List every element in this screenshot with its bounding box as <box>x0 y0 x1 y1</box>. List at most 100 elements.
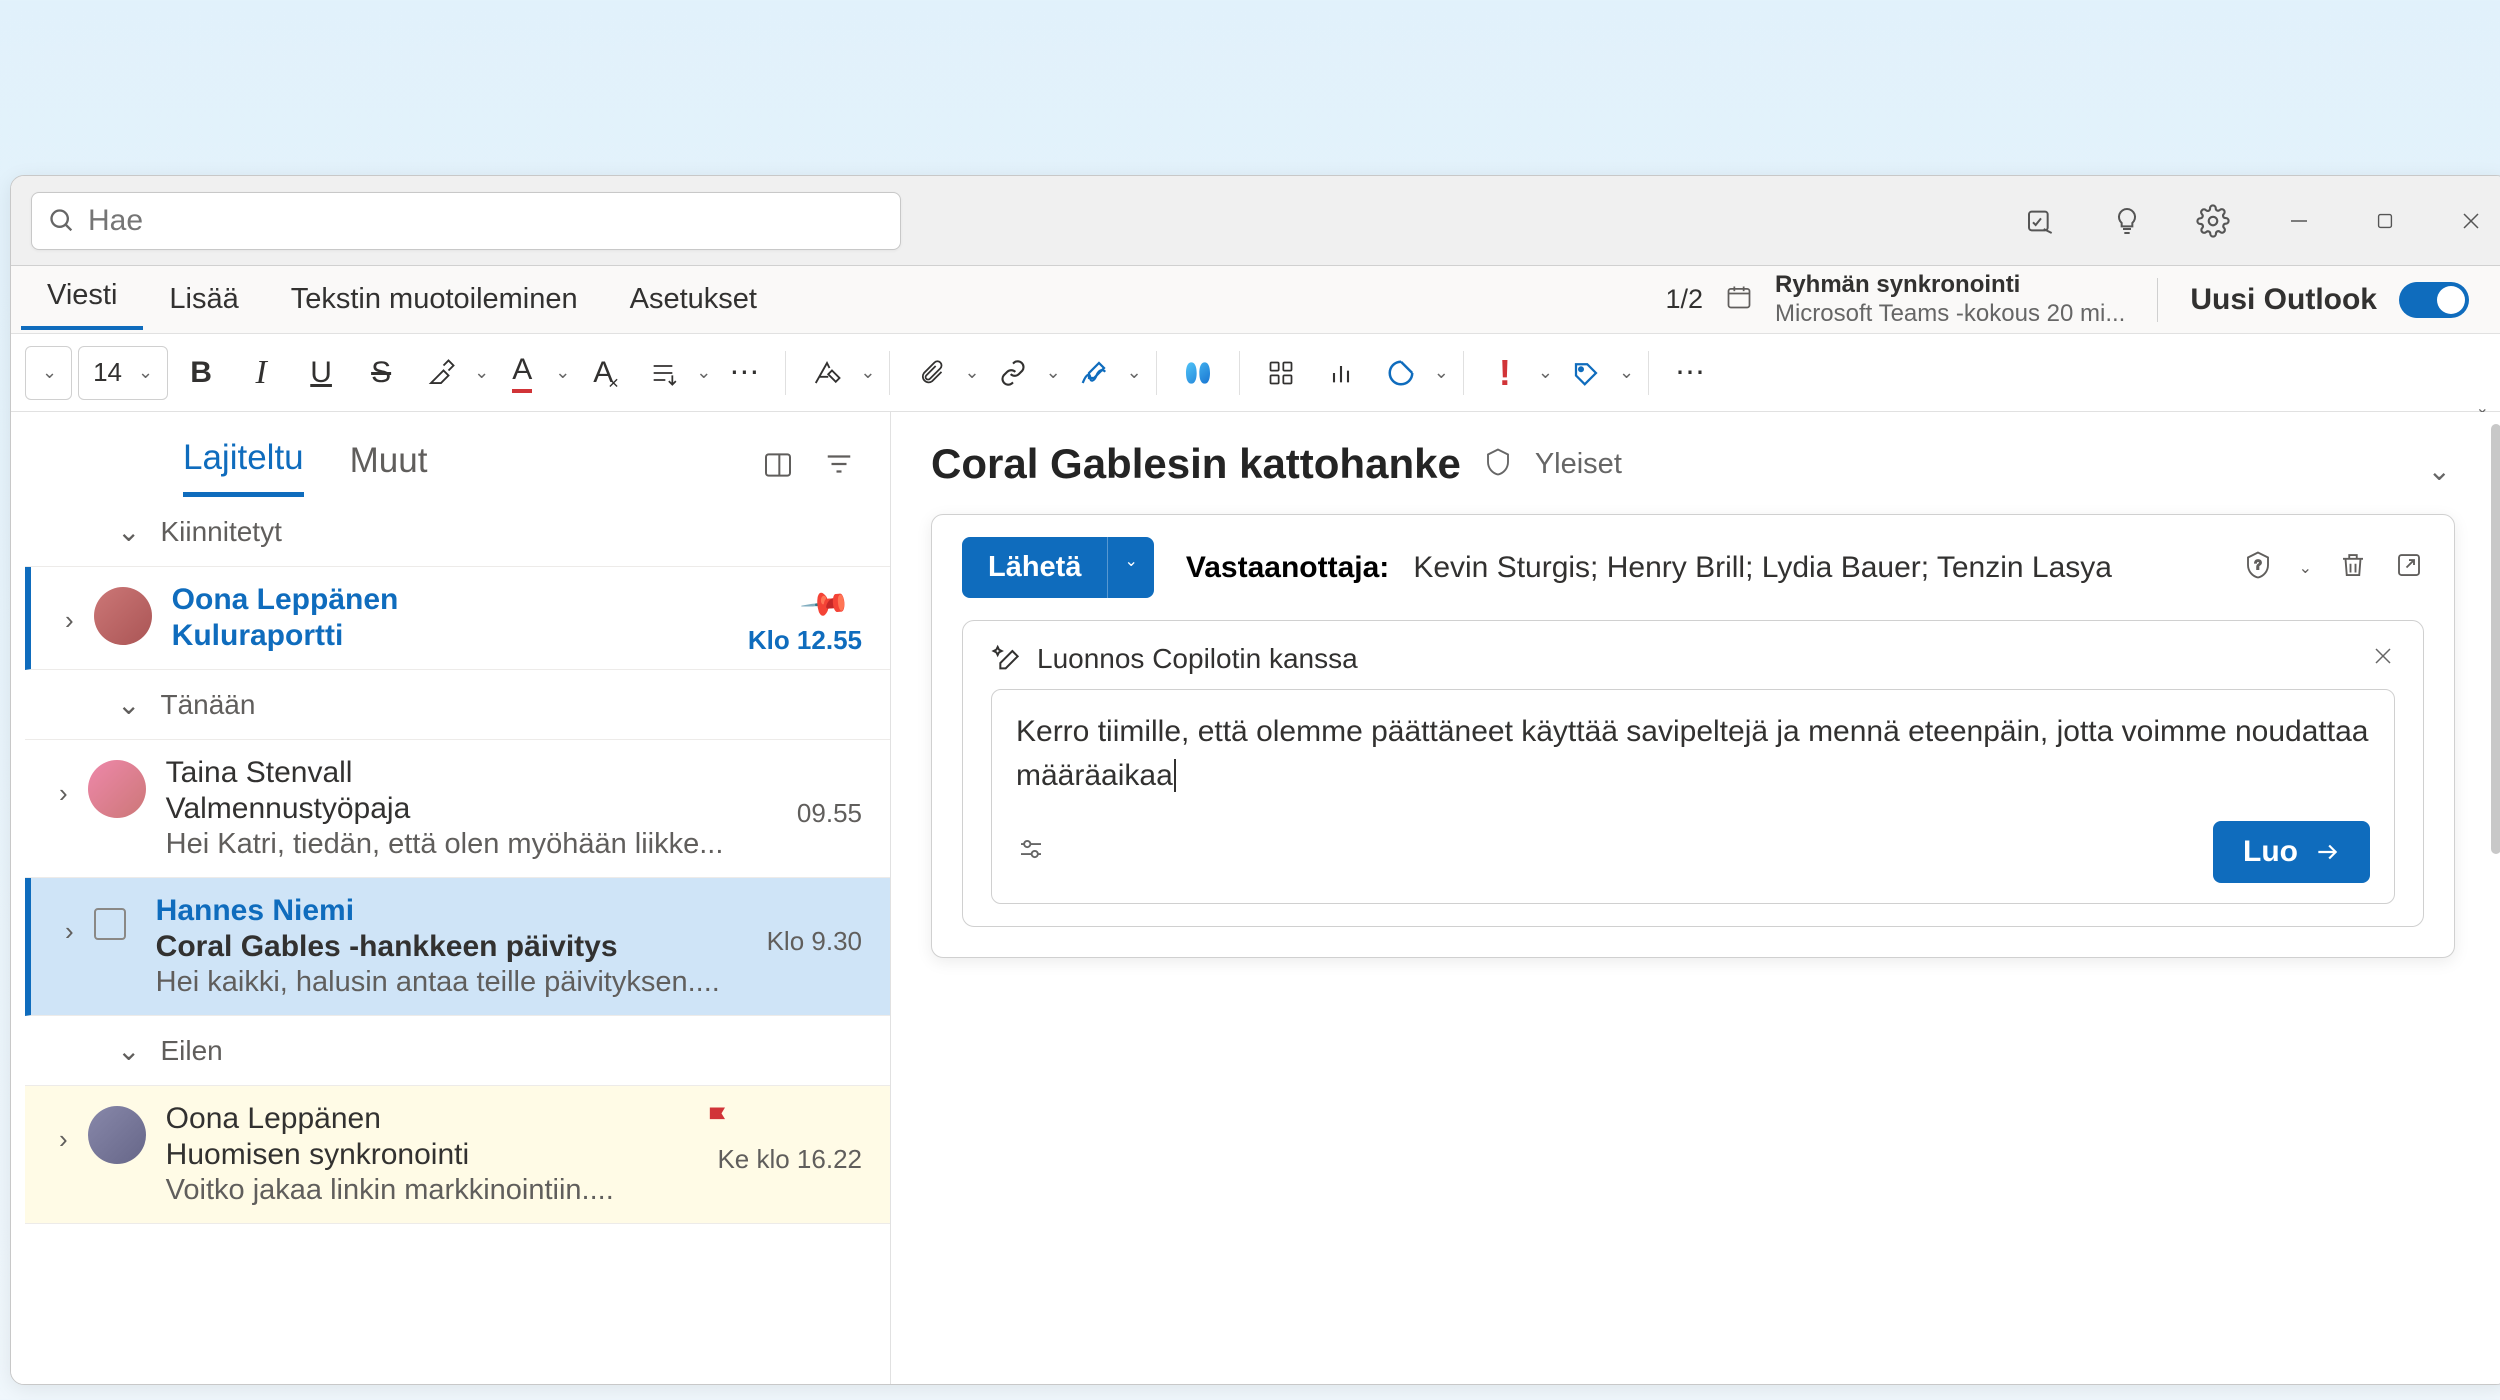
to-recipients[interactable]: Kevin Sturgis; Henry Brill; Lydia Bauer;… <box>1413 551 2112 585</box>
font-color-button[interactable]: A <box>495 346 549 400</box>
attach-button[interactable] <box>904 346 958 400</box>
minimize-button[interactable] <box>2281 203 2317 239</box>
settings-icon[interactable] <box>2195 203 2231 239</box>
paragraph-dropdown[interactable]: ⌄ <box>696 362 711 383</box>
create-button[interactable]: Luo <box>2213 821 2370 883</box>
chevron-down-icon: ⌄ <box>117 1034 140 1067</box>
expand-chevron-icon[interactable]: › <box>59 1102 68 1207</box>
list-header: Lajiteltu Muut <box>25 412 890 497</box>
tab-options[interactable]: Asetukset <box>604 273 783 326</box>
tab-other[interactable]: Muut <box>350 441 428 495</box>
paragraph-button[interactable] <box>636 346 690 400</box>
sync-block[interactable]: Ryhmän synkronointi Microsoft Teams -kok… <box>1775 271 2125 328</box>
close-icon[interactable] <box>2371 643 2395 675</box>
send-button-group: Lähetä ⌄ <box>962 537 1154 598</box>
signature-button[interactable] <box>1067 346 1121 400</box>
message-item-selected[interactable]: › Hannes Niemi Coral Gables -hankkeen pä… <box>25 878 890 1016</box>
menubar: Viesti Lisää Tekstin muotoileminen Asetu… <box>11 266 2500 334</box>
search-box[interactable] <box>31 192 901 250</box>
send-button[interactable]: Lähetä <box>962 537 1107 598</box>
tips-icon[interactable] <box>2109 203 2145 239</box>
copilot-title: Luonnos Copilotin kanssa <box>1037 643 1358 675</box>
tab-insert[interactable]: Lisää <box>143 273 264 326</box>
collapse-icon[interactable]: ⌄ <box>2428 454 2451 487</box>
more-format-button[interactable]: ⋯ <box>717 346 771 400</box>
message-item[interactable]: › Taina Stenvall Valmennustyöpaja Hei Ka… <box>25 740 890 878</box>
maximize-button[interactable] <box>2367 203 2403 239</box>
scrollbar[interactable] <box>2491 424 2500 854</box>
message-time: Klo 9.30 <box>767 926 862 957</box>
message-from: Taina Stenvall <box>166 756 866 790</box>
close-button[interactable] <box>2453 203 2489 239</box>
italic-button[interactable]: I <box>234 346 288 400</box>
link-button[interactable] <box>986 346 1040 400</box>
copilot-input[interactable]: Kerro tiimille, että olemme päättäneet k… <box>991 689 2395 904</box>
expand-chevron-icon[interactable]: › <box>65 583 74 653</box>
meet-now-icon[interactable] <box>2023 203 2059 239</box>
styles-button[interactable] <box>800 346 854 400</box>
poll-button[interactable] <box>1314 346 1368 400</box>
compose-card: Lähetä ⌄ Vastaanottaja: Kevin Sturgis; H… <box>931 514 2455 958</box>
copilot-button[interactable] <box>1171 346 1225 400</box>
titlebar <box>11 176 2500 266</box>
underline-button[interactable]: U <box>294 346 348 400</box>
link-dropdown[interactable]: ⌄ <box>1046 362 1061 383</box>
tag-dropdown[interactable]: ⌄ <box>1619 362 1634 383</box>
font-size-combo[interactable]: 14⌄ <box>78 346 168 400</box>
format-toolbar: ⌄ 14⌄ B I U S ⌄ A ⌄ A✕ ⌄ ⋯ ⌄ ⌄ ⌄ ⌄ ⌄ ! ⌄ ⌄… <box>11 334 2500 412</box>
popout-icon[interactable] <box>2394 550 2424 585</box>
apps-button[interactable] <box>1254 346 1308 400</box>
strikethrough-button[interactable]: S <box>354 346 408 400</box>
tab-sorted[interactable]: Lajiteltu <box>183 438 304 497</box>
importance-dropdown[interactable]: ⌄ <box>1538 362 1553 383</box>
more-toolbar-button[interactable]: ⋯ <box>1663 346 1717 400</box>
loop-button[interactable] <box>1374 346 1428 400</box>
styles-dropdown[interactable]: ⌄ <box>860 362 875 383</box>
expand-chevron-icon[interactable]: › <box>59 756 68 861</box>
chevron-down-icon: ⌄ <box>117 688 140 721</box>
chevron-down-icon[interactable]: ⌄ <box>2299 558 2312 578</box>
tab-format[interactable]: Tekstin muotoileminen <box>265 273 604 326</box>
flag-icon <box>704 1104 732 1140</box>
avatar <box>94 587 152 645</box>
content-area: Lajiteltu Muut ⌄Kiinnitetyt › Oona Leppä… <box>11 412 2500 1384</box>
search-input[interactable] <box>88 204 884 238</box>
shield-icon[interactable] <box>1483 447 1513 482</box>
message-item[interactable]: › Oona Leppänen Kuluraportti 📌 Klo 12.55 <box>25 567 890 670</box>
highlight-dropdown[interactable]: ⌄ <box>474 362 489 383</box>
calendar-icon[interactable] <box>1725 283 1753 316</box>
copilot-prompt-text: Kerro tiimille, että olemme päättäneet k… <box>1016 710 2370 797</box>
importance-button[interactable]: ! <box>1478 346 1532 400</box>
section-yesterday[interactable]: ⌄Eilen <box>25 1016 890 1086</box>
tag-button[interactable] <box>1559 346 1613 400</box>
section-today[interactable]: ⌄Tänään <box>25 670 890 740</box>
sync-detail: Microsoft Teams -kokous 20 mi... <box>1775 300 2125 327</box>
adjust-icon[interactable] <box>1016 834 1046 871</box>
message-from: Hannes Niemi <box>156 894 866 928</box>
message-subject: Coral Gables -hankkeen päivitys <box>156 930 866 964</box>
encryption-icon[interactable]: ? <box>2243 550 2273 585</box>
send-dropdown[interactable]: ⌄ <box>1107 537 1153 598</box>
section-pinned[interactable]: ⌄Kiinnitetyt <box>25 497 890 567</box>
loop-dropdown[interactable]: ⌄ <box>1434 362 1449 383</box>
message-time: Ke klo 16.22 <box>717 1144 862 1175</box>
clear-format-button[interactable]: A✕ <box>576 346 630 400</box>
signature-dropdown[interactable]: ⌄ <box>1127 362 1142 383</box>
expand-chevron-icon[interactable]: › <box>65 894 74 999</box>
font-color-dropdown[interactable]: ⌄ <box>555 362 570 383</box>
new-outlook-label: Uusi Outlook <box>2190 283 2377 317</box>
bold-button[interactable]: B <box>174 346 228 400</box>
tab-message[interactable]: Viesti <box>21 269 143 330</box>
message-item[interactable]: › Oona Leppänen Huomisen synkronointi Vo… <box>25 1086 890 1224</box>
delete-icon[interactable] <box>2338 550 2368 585</box>
message-from: Oona Leppänen <box>166 1102 866 1136</box>
panel-icon[interactable] <box>762 449 794 486</box>
message-time: 09.55 <box>797 798 862 829</box>
font-family-combo[interactable]: ⌄ <box>25 346 72 400</box>
filter-icon[interactable] <box>824 449 854 486</box>
attach-dropdown[interactable]: ⌄ <box>964 362 979 383</box>
highlight-button[interactable] <box>414 346 468 400</box>
message-preview: Hei kaikki, halusin antaa teille päivity… <box>156 966 866 999</box>
message-checkbox[interactable] <box>94 908 126 940</box>
new-outlook-toggle[interactable] <box>2399 282 2469 318</box>
